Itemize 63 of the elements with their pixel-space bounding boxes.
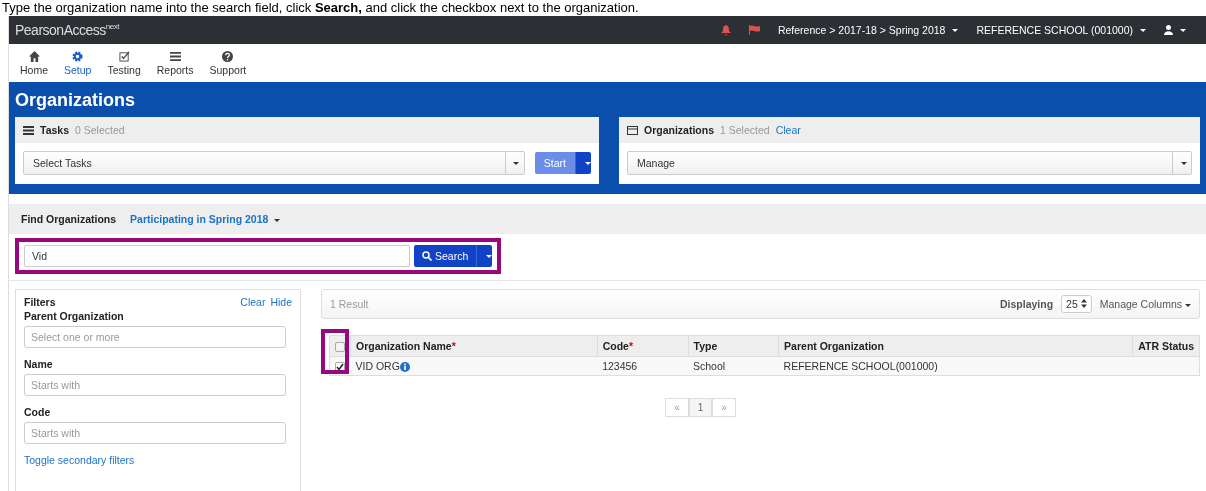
table-cell: REFERENCE SCHOOL(001000) — [783, 360, 938, 373]
user-icon — [1164, 25, 1173, 35]
search-button[interactable]: Search — [414, 245, 477, 267]
nav-tab[interactable]: Reports — [153, 50, 197, 76]
flag-icon[interactable] — [748, 25, 760, 35]
find-title: Find Organizations — [21, 213, 117, 225]
column-header[interactable]: Code* — [597, 335, 689, 357]
manage-columns-dropdown[interactable]: Manage Columns — [1099, 298, 1191, 310]
selected-count: 0 Selected — [75, 124, 125, 136]
filters-title: Filters — [24, 296, 56, 308]
list-icon — [23, 125, 34, 135]
panel-title: Tasks — [40, 124, 69, 136]
start-dropdown-toggle[interactable] — [575, 152, 591, 174]
search-icon — [422, 251, 432, 261]
instruction-text: Type the organization name into the search field, click Search, and click the checkbox next to the organization. — [1, 0, 640, 16]
clear-link[interactable]: Clear — [240, 296, 266, 308]
tasks-select[interactable]: Select Tasks — [23, 151, 525, 175]
filter-field[interactable]: Starts with — [24, 374, 286, 396]
column-header[interactable]: ATR Status — [1132, 335, 1200, 357]
table-cell: VID ORG — [355, 360, 400, 372]
organization-dropdown[interactable]: REFERENCE SCHOOL (001000) — [976, 24, 1146, 36]
filter-label: Code — [24, 406, 52, 418]
help-icon — [222, 50, 234, 62]
nav-tab[interactable]: Testing — [104, 50, 144, 76]
table-cell: 123456 — [602, 360, 638, 373]
search-field[interactable]: Vid — [24, 245, 410, 267]
selected-count: 1 Selected — [720, 124, 770, 136]
search-dropdown-toggle[interactable] — [476, 245, 493, 267]
info-icon[interactable] — [399, 362, 410, 373]
nav-tab[interactable]: Setup — [61, 50, 95, 76]
displaying-label: Displaying — [1000, 298, 1054, 310]
home-icon — [28, 50, 40, 62]
filter-field[interactable]: Starts with — [24, 422, 286, 444]
gear-icon — [72, 50, 84, 62]
nav-tab[interactable]: Home — [17, 50, 51, 76]
page-title: Organizations — [15, 90, 136, 111]
brand-logo[interactable]: PearsonAccess$^{next}$ — [15, 22, 119, 38]
table-cell: School — [693, 360, 726, 373]
stepper-arrows-icon — [1080, 299, 1087, 308]
column-header[interactable]: Organization Name* — [350, 335, 598, 357]
page-size-select[interactable]: 25 — [1061, 295, 1092, 313]
list-icon — [169, 50, 181, 62]
row-checkbox[interactable] — [335, 362, 345, 373]
checkbox-icon — [118, 50, 130, 62]
context-dropdown[interactable]: Reference > 2017-18 > Spring 2018 — [777, 24, 959, 36]
table-icon — [627, 125, 638, 135]
select-all-checkbox[interactable] — [335, 342, 345, 353]
toggle-filters-link[interactable]: Toggle secondary filters — [24, 454, 135, 466]
filter-field[interactable]: Select one or more — [24, 326, 286, 348]
nav-tab[interactable]: Support — [206, 50, 250, 76]
bell-icon[interactable] — [720, 24, 731, 36]
page-button[interactable]: 1 — [688, 398, 713, 418]
user-menu[interactable] — [1164, 25, 1186, 35]
manage-select[interactable]: Manage — [627, 151, 1192, 175]
panel-title: Organizations — [644, 124, 714, 136]
filter-label: Parent Organization — [24, 310, 125, 322]
column-header[interactable]: Parent Organization — [778, 335, 1133, 357]
result-count: 1 Result — [330, 298, 369, 310]
column-header[interactable]: Type — [688, 335, 779, 357]
scope-dropdown[interactable]: Participating in Spring 2018 — [130, 213, 281, 225]
hide-link[interactable]: Hide — [270, 296, 292, 308]
filter-label: Name — [24, 358, 54, 370]
clear-link[interactable]: Clear — [775, 124, 801, 136]
